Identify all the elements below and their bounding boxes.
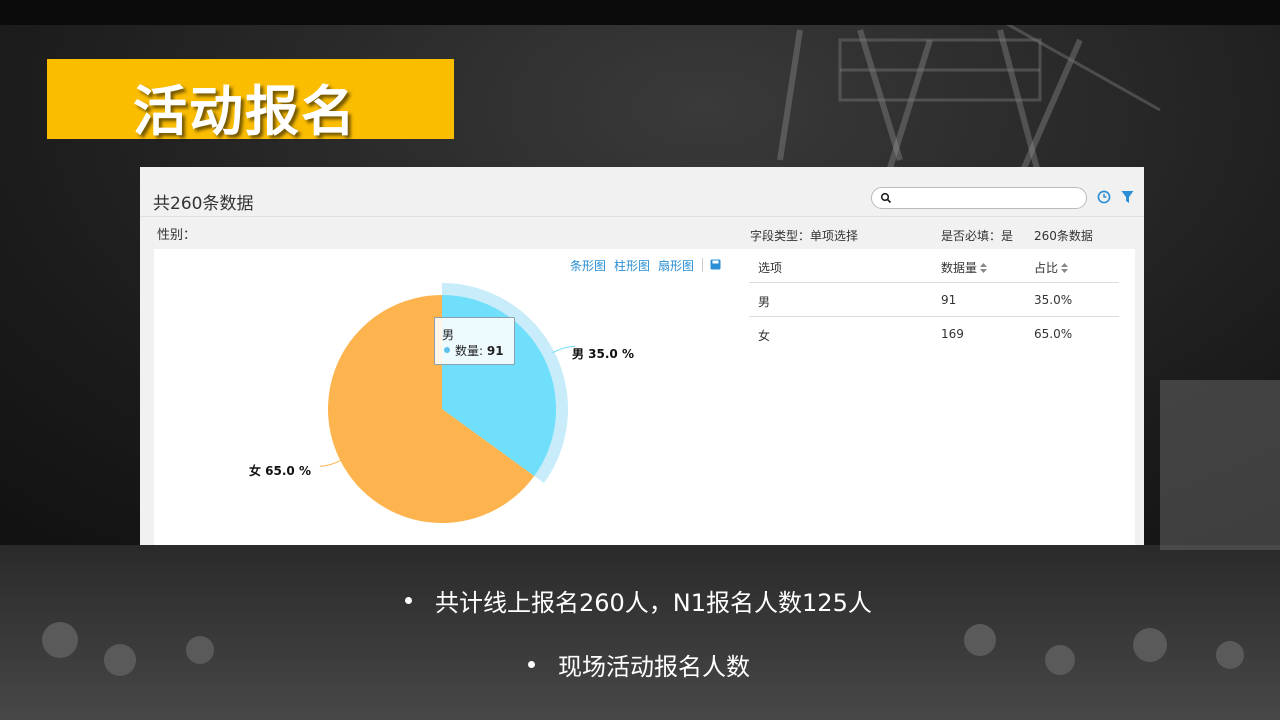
tooltip-value-line: 数量: 91	[455, 342, 504, 359]
data-table	[736, 249, 1135, 545]
top-dark-strip	[0, 0, 1280, 25]
search-icon	[880, 192, 892, 204]
col-header-ratio[interactable]: 占比	[1034, 259, 1069, 276]
table-divider	[749, 282, 1119, 283]
page-title: 活动报名	[133, 80, 357, 143]
col-header-count-label: 数据量	[941, 261, 978, 275]
table-cell-count: 91	[941, 293, 957, 307]
pie-leader-line	[319, 459, 343, 467]
table-cell-ratio: 35.0%	[1034, 293, 1073, 307]
sort-icon[interactable]	[1061, 263, 1069, 273]
search-input[interactable]	[896, 190, 1080, 206]
bullet-onsite-signups: 现场活动报名人数	[558, 653, 750, 681]
tooltip-label: 数量:	[455, 344, 484, 358]
filter-icon[interactable]	[1121, 190, 1134, 204]
col-header-option: 选项	[758, 261, 783, 275]
col-header-count[interactable]: 数据量	[941, 259, 988, 276]
table-divider	[749, 316, 1119, 317]
pie-label-female: 女 65.0 %	[249, 464, 311, 478]
survey-stats-panel: 共260条数据 性别： 字段类型：单项选择 是否必填：是 260条数据 条形图 …	[140, 167, 1144, 545]
title-banner: 活动报名	[47, 59, 454, 143]
tooltip-title: 男	[442, 328, 455, 342]
col-header-ratio-label: 占比	[1034, 261, 1059, 275]
sort-icon[interactable]	[980, 263, 988, 273]
pie-label-male: 男 35.0 %	[572, 347, 634, 361]
tooltip-series-dot	[444, 347, 450, 353]
required-flag: 是否必填：是	[941, 229, 1014, 243]
bullet-online-signups: 共计线上报名260人，N1报名人数125人	[435, 589, 872, 617]
tooltip-value: 91	[486, 344, 504, 358]
chart-tooltip: 男 数量: 91	[434, 317, 515, 365]
clock-icon[interactable]	[1097, 190, 1111, 204]
table-cell-option: 男	[758, 295, 771, 309]
search-box[interactable]	[871, 187, 1087, 209]
table-cell-count: 169	[941, 327, 964, 341]
table-cell-option: 女	[758, 329, 771, 343]
bullet-dot	[405, 597, 412, 604]
field-type: 字段类型：单项选择	[750, 229, 859, 243]
total-count: 260条数据	[1034, 229, 1093, 243]
bullet-dot	[528, 661, 535, 668]
table-cell-ratio: 65.0%	[1034, 327, 1073, 341]
